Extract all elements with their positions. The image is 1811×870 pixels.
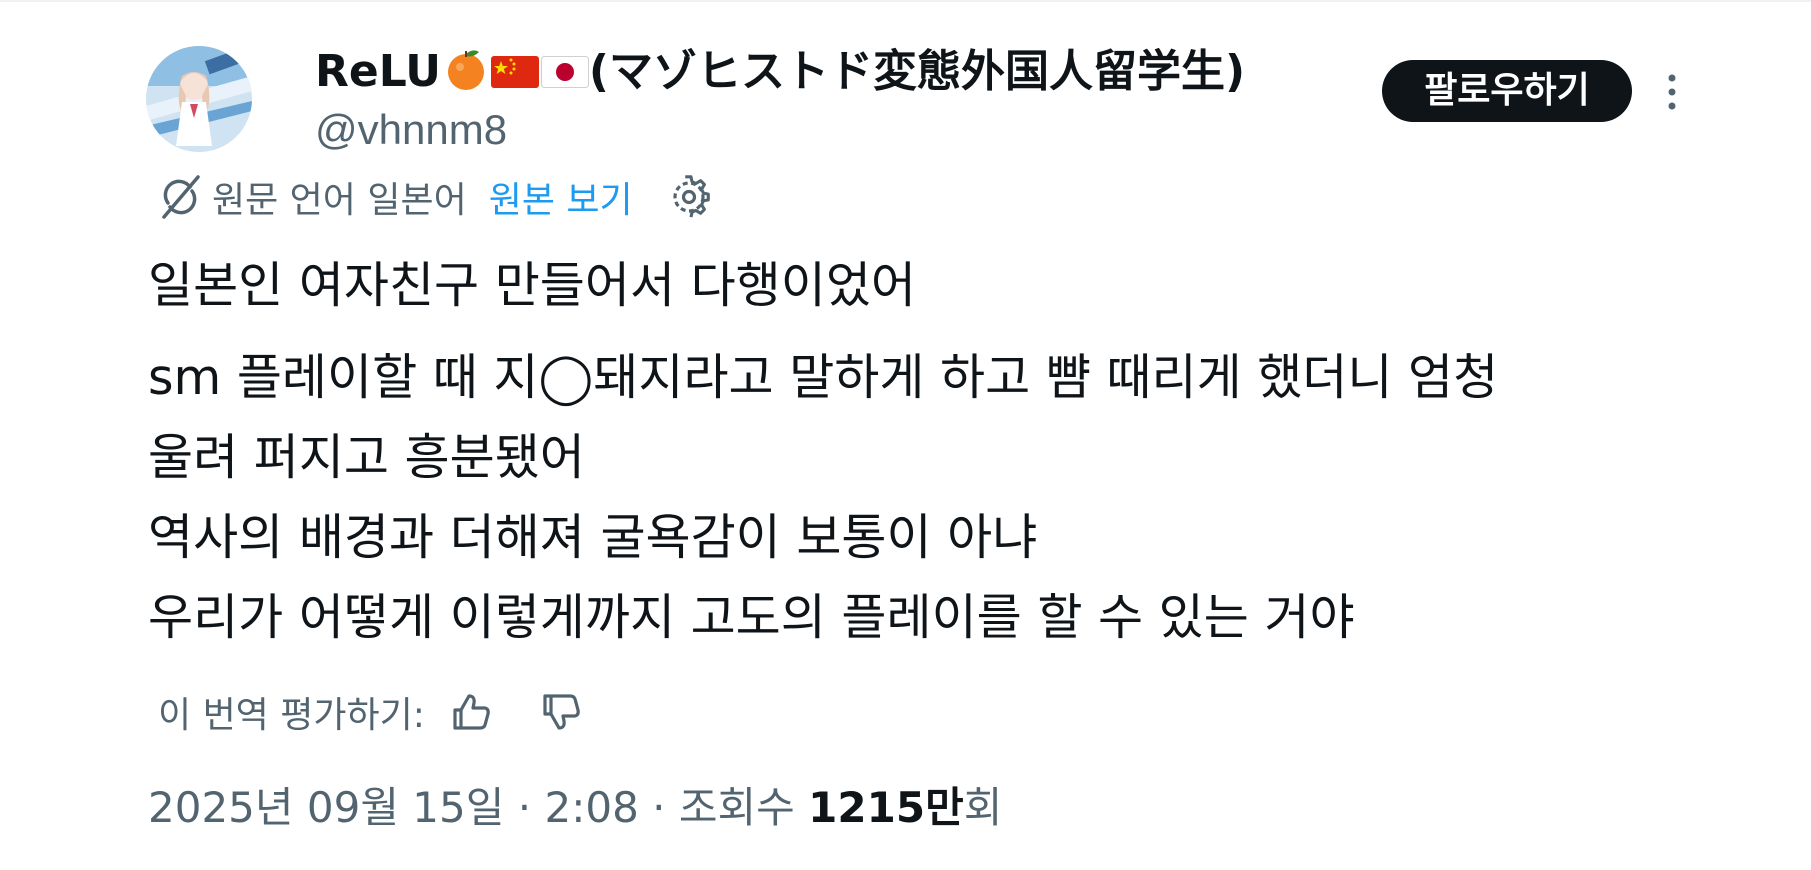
view-original-link[interactable]: 원본 보기 — [489, 171, 633, 223]
source-language-text: 원문 언어 일본어 — [212, 180, 467, 221]
display-name[interactable]: ReLU (マゾヒストド変態外国人留学生) — [315, 44, 1245, 106]
tweet-line: 일본인 여자친구 만들어서 다행이었어 — [148, 257, 917, 314]
translation-bar: 원문 언어 일본어 원본 보기 — [156, 172, 711, 222]
top-divider — [0, 0, 1811, 2]
thumbs-up-icon[interactable] — [449, 690, 493, 734]
china-flag-icon — [490, 50, 539, 106]
tweet-metadata: 2025년 09월 15일 · 2:08 · 조회수 1215만회 — [148, 780, 1002, 836]
rate-translation: 이 번역 평가하기: — [158, 685, 583, 739]
avatar[interactable] — [146, 46, 252, 152]
tweet-line: 역사의 배경과 더해져 굴욕감이 보통이 아냐 — [148, 509, 1038, 566]
display-name-text: ReLU — [315, 46, 441, 97]
separator: · — [652, 783, 666, 832]
tweet-text: 일본인 여자친구 만들어서 다행이었어 sm 플레이할 때 지◯돼지라고 말하게… — [148, 246, 1708, 658]
tweet-line: 우리가 어떻게 이렇게까지 고도의 플레이를 할 수 있는 거야 — [148, 589, 1355, 646]
follow-button[interactable]: 팔로우하기 — [1382, 60, 1632, 122]
tweet-date[interactable]: 2025년 09월 15일 — [148, 783, 504, 832]
views-label: 조회수 — [678, 783, 795, 832]
tweet-line: 울려 퍼지고 흥분됐어 — [148, 429, 585, 486]
tweet-time[interactable]: 2:08 — [544, 783, 638, 832]
display-name-suffix: (マゾヒストド変態外国人留学生) — [588, 46, 1246, 97]
tweet-line: sm 플레이할 때 지◯돼지라고 말하게 하고 뺨 때리게 했더니 엄청 — [148, 349, 1499, 406]
gear-icon[interactable] — [667, 175, 711, 219]
separator: · — [517, 783, 532, 832]
translate-icon — [156, 173, 204, 221]
tangerine-emoji-icon — [443, 46, 489, 106]
thumbs-down-icon[interactable] — [539, 690, 583, 734]
japan-flag-icon — [540, 50, 589, 106]
rate-translation-label: 이 번역 평가하기: — [158, 695, 425, 736]
views-count: 1215만 — [808, 783, 964, 832]
more-vertical-icon[interactable] — [1660, 70, 1684, 114]
user-handle[interactable]: @vhnnm8 — [315, 104, 507, 156]
views-unit: 회 — [963, 783, 1003, 832]
